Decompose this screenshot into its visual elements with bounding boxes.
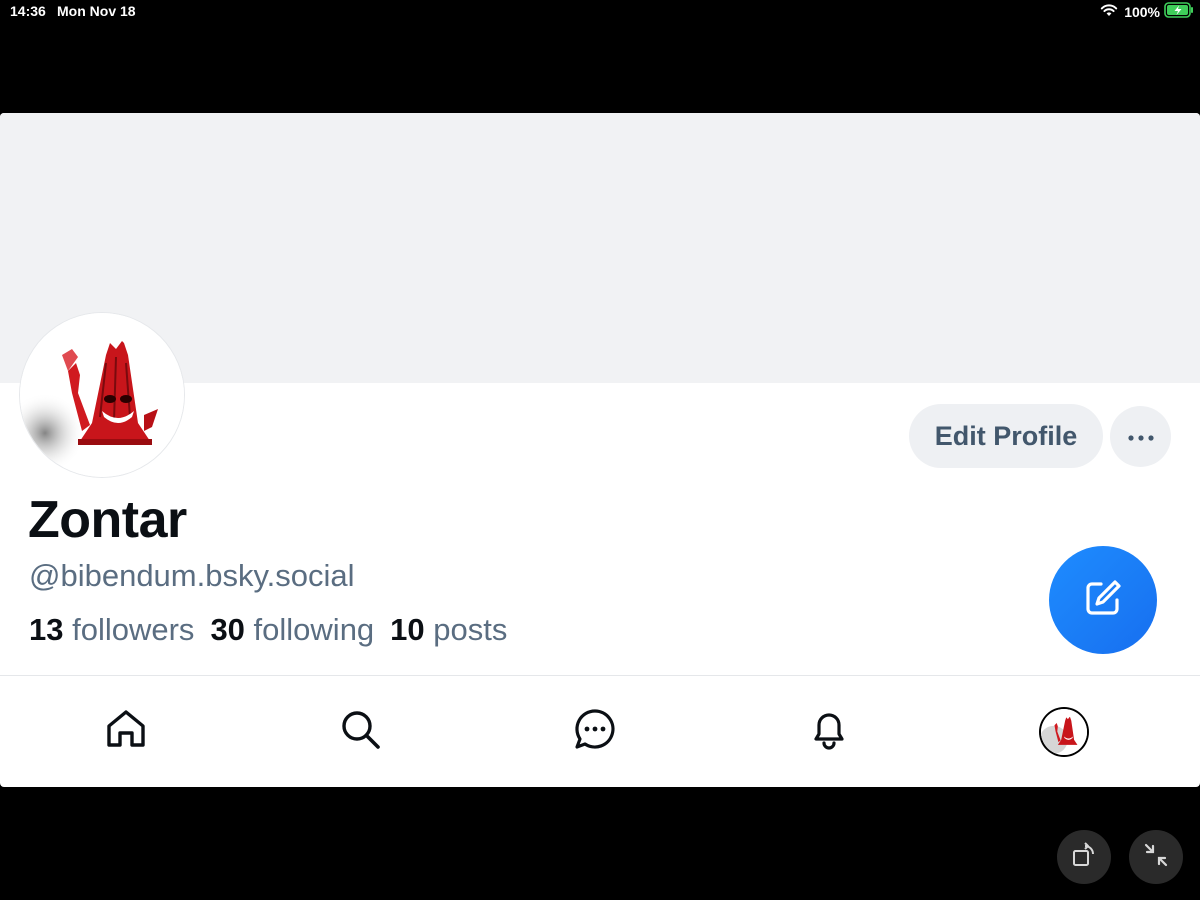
profile-screen: Edit Profile Zontar @bibendum.bsky.socia…: [0, 113, 1200, 787]
tab-search[interactable]: [330, 676, 390, 787]
ellipsis-icon: [1127, 428, 1155, 446]
minimize-button[interactable]: [1129, 830, 1183, 884]
rotate-button[interactable]: [1057, 830, 1111, 884]
minimize-icon: [1141, 840, 1171, 875]
compose-icon: [1081, 576, 1125, 625]
followers-label: followers: [72, 612, 195, 647]
followers-stat[interactable]: 13 followers: [29, 612, 194, 648]
tab-chat[interactable]: [565, 676, 625, 787]
bottom-tab-bar: [0, 676, 1200, 787]
profile-avatar[interactable]: [20, 313, 184, 477]
rotate-icon: [1069, 840, 1099, 875]
bell-icon: [807, 707, 851, 756]
status-right: 100%: [1100, 2, 1194, 21]
profile-banner[interactable]: [0, 113, 1200, 383]
profile-avatar-small: [1041, 708, 1087, 755]
following-stat[interactable]: 30 following: [210, 612, 374, 648]
posts-label: posts: [433, 612, 508, 647]
home-icon: [104, 707, 148, 756]
tab-profile[interactable]: [1034, 676, 1094, 787]
battery-percentage: 100%: [1124, 3, 1160, 20]
status-time: 14:36: [10, 3, 46, 19]
tab-home[interactable]: [96, 676, 156, 787]
tab-notifications[interactable]: [799, 676, 859, 787]
following-label: following: [253, 612, 375, 647]
status-date: Mon Nov 18: [57, 3, 136, 19]
status-bar: 14:36 Mon Nov 18 100%: [0, 0, 1200, 24]
wifi-icon: [1100, 3, 1118, 20]
posts-count: 10: [390, 612, 425, 647]
battery-charging-icon: [1164, 2, 1194, 21]
profile-stats: 13 followers 30 following 10 posts: [29, 612, 507, 648]
chat-icon: [573, 707, 617, 756]
profile-handle: @bibendum.bsky.social: [29, 558, 355, 593]
more-options-button[interactable]: [1110, 406, 1171, 467]
compose-button[interactable]: [1049, 546, 1157, 654]
edit-profile-button[interactable]: Edit Profile: [909, 404, 1103, 468]
followers-count: 13: [29, 612, 64, 647]
search-icon: [338, 707, 382, 756]
display-name: Zontar: [28, 491, 187, 549]
posts-stat: 10 posts: [390, 612, 507, 648]
following-count: 30: [210, 612, 245, 647]
